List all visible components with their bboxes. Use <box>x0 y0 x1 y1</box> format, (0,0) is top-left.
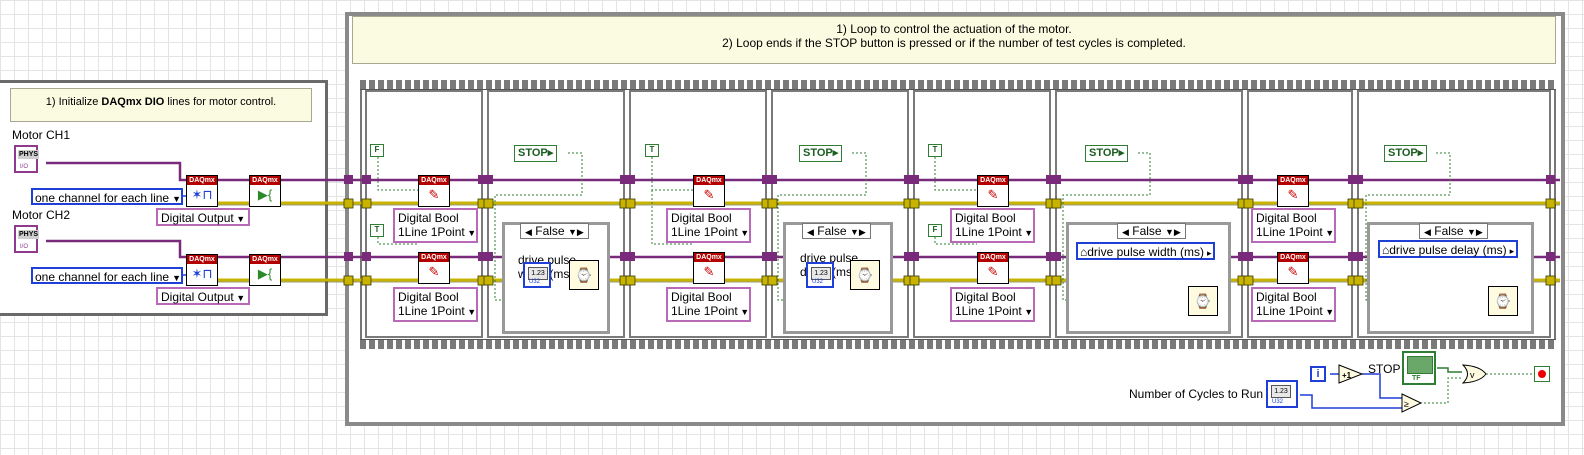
stop-local-variable-f2[interactable]: STOP▸ <box>514 145 558 162</box>
motor-ch1-control[interactable]: PHYS I/O <box>14 145 40 173</box>
dropdown-arrow-icon: ▼ <box>737 228 750 238</box>
wait-ms-vi-f2[interactable]: ⌚ <box>569 260 599 290</box>
clock-icon: ⌚ <box>575 267 593 283</box>
drive-pulse-delay-control-f4[interactable]: 1.23 U32 <box>806 262 834 288</box>
daqmx-start-task-vi-2[interactable]: DAQmx ▶{ <box>249 254 281 286</box>
dropdown-arrow-icon: ▼ <box>1021 307 1034 317</box>
daqmx-create-channel-vi-2[interactable]: DAQmx ✶⊓ <box>186 254 218 286</box>
daqmx-start-task-vi-1[interactable]: DAQmx ▶{ <box>249 175 281 207</box>
bool-true-constant-f5[interactable]: T <box>928 144 942 157</box>
daqmx-write-vi-f5a[interactable]: DAQmx ✎ <box>977 175 1009 207</box>
stop-button-label: STOP <box>1368 362 1401 376</box>
svg-text:+1: +1 <box>1342 371 1352 380</box>
write-type-ring-f7a[interactable]: Digital Bool 1Line 1Point ▼ <box>1251 208 1336 243</box>
dropdown-arrow-icon: ▼ <box>464 307 477 317</box>
number-of-cycles-label: Number of Cycles to Run <box>1129 387 1264 401</box>
bool-true-constant-f3[interactable]: T <box>645 144 659 157</box>
drive-pulse-width-local-f6[interactable]: ⌂drive pulse width (ms) ▸ <box>1076 242 1216 260</box>
stop-local-variable-f8[interactable]: STOP▸ <box>1384 145 1428 162</box>
digital-output-ring-2[interactable]: Digital Output ▼ <box>156 287 250 305</box>
loop-condition-stop-icon <box>1534 366 1550 382</box>
stop-button-terminal[interactable]: TF <box>1402 351 1436 385</box>
case-selector-f4[interactable]: ◀ False ▼▶ <box>802 223 871 239</box>
case-selector-f8[interactable]: ◀ False ▼▶ <box>1419 223 1488 239</box>
digital-output-ring-1[interactable]: Digital Output ▼ <box>156 208 250 226</box>
drive-pulse-width-control-f2[interactable]: 1.23 U32 <box>523 262 551 288</box>
daqmx-write-vi-f5b[interactable]: DAQmx ✎ <box>977 252 1009 284</box>
svg-text:≥: ≥ <box>1404 399 1409 409</box>
daqmx-write-vi-f7a[interactable]: DAQmx ✎ <box>1277 175 1309 207</box>
increment-node[interactable]: +1 <box>1338 364 1364 384</box>
drive-pulse-delay-local-f8[interactable]: ⌂drive pulse delay (ms) ▸ <box>1378 240 1519 258</box>
daqmx-write-vi-f1a[interactable]: DAQmx ✎ <box>418 175 450 207</box>
greater-or-equal-node[interactable]: ≥ <box>1401 393 1423 413</box>
motor-ch1-label: Motor CH1 <box>12 128 71 142</box>
dropdown-arrow-icon: ▼ <box>172 194 182 204</box>
dropdown-arrow-icon: ▼ <box>464 228 477 238</box>
line-grouping-enum-2[interactable]: one channel for each line ▼ <box>31 267 183 284</box>
write-type-ring-f7b[interactable]: Digital Bool 1Line 1Point ▼ <box>1251 287 1336 322</box>
dropdown-arrow-icon: ▼ <box>172 273 182 283</box>
block-diagram: 1) Initialize DAQmx DIO lines for motor … <box>0 0 1584 455</box>
case-selector-f2[interactable]: ◀ False ▼▶ <box>520 223 589 239</box>
wait-ms-vi-f4[interactable]: ⌚ <box>850 260 880 290</box>
or-node[interactable]: v <box>1462 364 1488 384</box>
daqmx-write-vi-f3b[interactable]: DAQmx ✎ <box>693 252 725 284</box>
wait-ms-vi-f6[interactable]: ⌚ <box>1188 286 1218 316</box>
dropdown-arrow-icon: ▼ <box>233 293 246 303</box>
stop-local-variable-f6[interactable]: STOP▸ <box>1085 145 1129 162</box>
bool-true-constant-f1b[interactable]: T <box>370 224 384 237</box>
write-type-ring-f1a[interactable]: Digital Bool 1Line 1Point ▼ <box>393 208 478 243</box>
svg-text:v: v <box>1470 370 1475 380</box>
daqmx-write-vi-f3a[interactable]: DAQmx ✎ <box>693 175 725 207</box>
dropdown-arrow-icon: ▼ <box>1021 228 1034 238</box>
clock-icon: ⌚ <box>1194 293 1212 309</box>
line-grouping-enum-1[interactable]: one channel for each line ▼ <box>31 188 183 205</box>
write-type-ring-f1b[interactable]: Digital Bool 1Line 1Point ▼ <box>393 287 478 322</box>
dropdown-arrow-icon: ▼ <box>1322 228 1335 238</box>
daqmx-write-vi-f1b[interactable]: DAQmx ✎ <box>418 252 450 284</box>
dropdown-arrow-icon: ▼ <box>737 307 750 317</box>
dropdown-arrow-icon: ▼ <box>233 214 246 224</box>
write-type-ring-f3a[interactable]: Digital Bool 1Line 1Point ▼ <box>666 208 751 243</box>
stop-local-variable-f4[interactable]: STOP▸ <box>799 145 843 162</box>
motor-ch2-control[interactable]: PHYS I/O <box>14 225 40 253</box>
dropdown-arrow-icon: ▼ <box>1322 307 1335 317</box>
case-selector-f6[interactable]: ◀ False ▼▶ <box>1117 223 1186 239</box>
daqmx-create-channel-vi-1[interactable]: DAQmx ✶⊓ <box>186 175 218 207</box>
motor-ch2-label: Motor CH2 <box>12 208 71 222</box>
bool-false-constant-f1a[interactable]: F <box>370 144 384 157</box>
iteration-terminal: i <box>1310 366 1326 382</box>
wait-ms-vi-f8[interactable]: ⌚ <box>1488 286 1518 316</box>
write-type-ring-f3b[interactable]: Digital Bool 1Line 1Point ▼ <box>666 287 751 322</box>
write-type-ring-f5b[interactable]: Digital Bool 1Line 1Point ▼ <box>950 287 1035 322</box>
daqmx-write-vi-f7b[interactable]: DAQmx ✎ <box>1277 252 1309 284</box>
clock-icon: ⌚ <box>856 267 874 283</box>
write-type-ring-f5a[interactable]: Digital Bool 1Line 1Point ▼ <box>950 208 1035 243</box>
clock-icon: ⌚ <box>1494 293 1512 309</box>
bool-false-constant-f5[interactable]: F <box>928 224 942 237</box>
number-of-cycles-control[interactable]: 1.23 U32 <box>1266 380 1298 408</box>
